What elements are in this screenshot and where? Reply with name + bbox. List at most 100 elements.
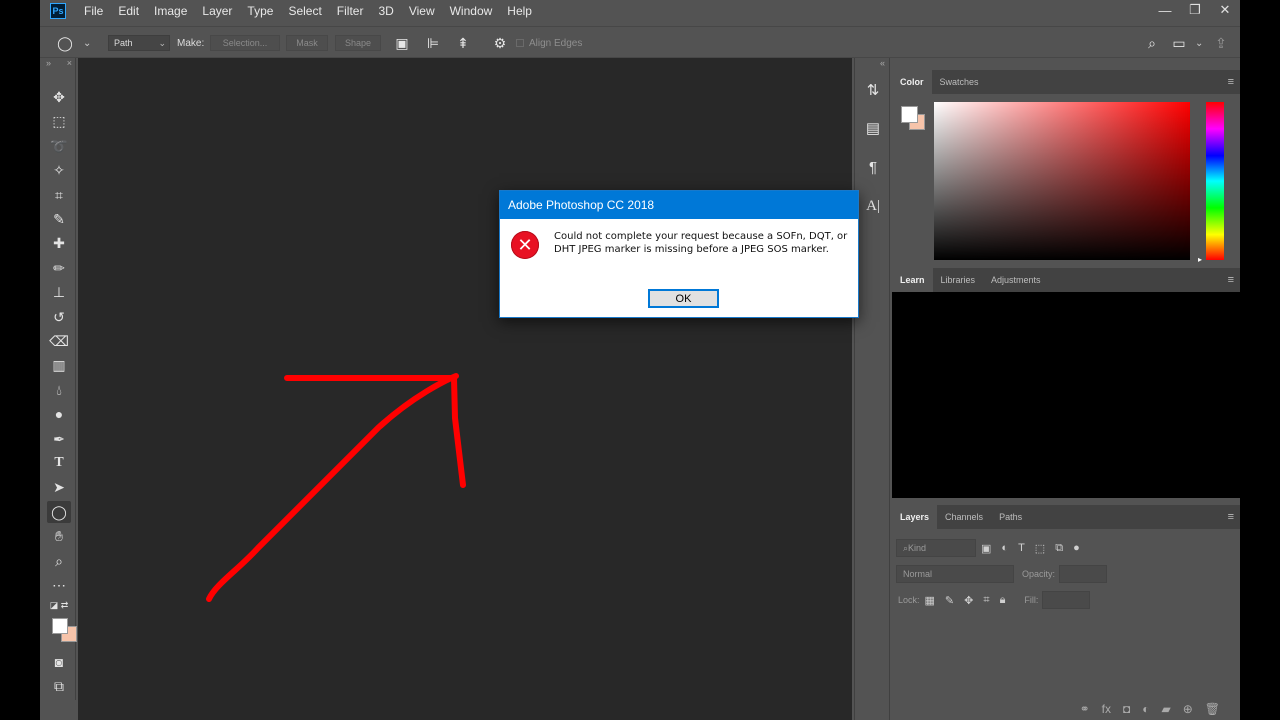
lock-position-icon[interactable]: ✥: [964, 594, 973, 607]
lock-artboard-icon[interactable]: ⌗: [983, 594, 989, 607]
filter-type-icon[interactable]: T: [1018, 542, 1025, 554]
gear-icon[interactable]: ⚙: [491, 34, 509, 52]
color-panel-foreground-swatch[interactable]: [901, 106, 918, 123]
menu-edit[interactable]: Edit: [118, 4, 139, 18]
default-colors-icon[interactable]: ◪ ⇄: [47, 598, 71, 612]
quick-mask-icon[interactable]: ◙: [47, 651, 71, 673]
opacity-field[interactable]: [1059, 565, 1108, 583]
lock-all-icon[interactable]: 🔒︎: [1000, 594, 1006, 607]
search-icon[interactable]: ⌕: [1143, 34, 1161, 52]
lock-transparent-icon[interactable]: ▦: [925, 594, 935, 607]
menu-3d[interactable]: 3D: [378, 4, 393, 18]
menu-image[interactable]: Image: [154, 4, 187, 18]
tab-swatches[interactable]: Swatches: [932, 70, 987, 94]
gradient-tool-icon[interactable]: ▥: [47, 354, 71, 376]
type-tool-icon[interactable]: T: [47, 452, 71, 474]
dodge-tool-icon[interactable]: ●: [47, 403, 71, 425]
close-button[interactable]: ✕: [1210, 0, 1240, 20]
hand-tool-icon[interactable]: ✋︎: [47, 525, 71, 547]
filter-smart-object-icon[interactable]: ⧉: [1055, 542, 1063, 555]
lock-pixels-icon[interactable]: ✎: [945, 594, 954, 607]
menu-filter[interactable]: Filter: [337, 4, 364, 18]
ellipse-tool-icon[interactable]: ◯: [47, 501, 71, 523]
healing-brush-tool-icon[interactable]: ✚: [47, 232, 71, 254]
link-layers-icon[interactable]: ⚭: [1080, 702, 1090, 716]
character-panel-icon[interactable]: A|: [861, 194, 885, 218]
selection-button[interactable]: Selection...: [210, 35, 280, 51]
blend-mode-select[interactable]: Normal: [896, 565, 1014, 583]
new-layer-icon[interactable]: ⊕: [1183, 702, 1193, 716]
menu-layer[interactable]: Layer: [202, 4, 232, 18]
preset-chevron-icon[interactable]: ⌄: [83, 27, 91, 59]
menu-type[interactable]: Type: [247, 4, 273, 18]
expand-panels-icon[interactable]: «: [880, 58, 885, 68]
restore-button[interactable]: ❐: [1180, 0, 1210, 20]
menu-file[interactable]: File: [84, 4, 103, 18]
fill-field[interactable]: [1042, 591, 1091, 609]
panel-menu-icon[interactable]: ≡: [1228, 511, 1234, 523]
panel-menu-icon[interactable]: ≡: [1228, 76, 1234, 88]
filter-shape-icon[interactable]: ⬚: [1035, 542, 1045, 555]
filter-adjustment-icon[interactable]: ◐: [1001, 542, 1008, 554]
new-group-icon[interactable]: ▰: [1161, 702, 1170, 716]
zoom-tool-icon[interactable]: ⌕: [47, 550, 71, 572]
menu-view[interactable]: View: [409, 4, 435, 18]
menu-window[interactable]: Window: [450, 4, 493, 18]
adjustment-layer-icon[interactable]: ◐: [1142, 702, 1149, 716]
tab-learn[interactable]: Learn: [892, 268, 933, 292]
brush-tool-icon[interactable]: ✏: [47, 257, 71, 279]
path-selection-tool-icon[interactable]: ➤: [47, 476, 71, 498]
eraser-tool-icon[interactable]: ⌫: [47, 330, 71, 352]
menu-select[interactable]: Select: [288, 4, 321, 18]
ok-button[interactable]: OK: [648, 289, 719, 308]
history-panel-icon[interactable]: ⇅: [861, 78, 885, 102]
edit-toolbar-icon[interactable]: ⋯: [47, 574, 71, 596]
screen-mode-icon[interactable]: ⧉: [47, 675, 71, 697]
tab-paths[interactable]: Paths: [991, 505, 1030, 529]
path-alignment-icon[interactable]: ⊫: [424, 34, 442, 52]
move-tool-icon[interactable]: ✥: [47, 86, 71, 108]
properties-panel-icon[interactable]: ▤: [861, 116, 885, 140]
panel-close-icon[interactable]: ×: [67, 58, 72, 72]
filter-pixel-icon[interactable]: ▣: [981, 542, 991, 555]
lasso-tool-icon[interactable]: ➰: [47, 135, 71, 157]
minimize-button[interactable]: —: [1150, 0, 1180, 20]
magic-wand-tool-icon[interactable]: ✧: [47, 159, 71, 181]
marquee-tool-icon[interactable]: ⬚: [47, 110, 71, 132]
color-picker-field[interactable]: [934, 102, 1190, 260]
blur-tool-icon[interactable]: 💧︎: [47, 379, 71, 401]
trash-icon[interactable]: 🗑︎: [1205, 702, 1220, 716]
mask-button[interactable]: Mask: [286, 35, 328, 51]
shape-button[interactable]: Shape: [335, 35, 381, 51]
layer-style-icon[interactable]: fx: [1102, 702, 1111, 716]
workspace-chevron-icon[interactable]: ⌄: [1195, 27, 1203, 59]
foreground-color-swatch[interactable]: [52, 618, 68, 634]
collapse-icon[interactable]: »: [46, 58, 51, 72]
filter-toggle-icon[interactable]: ●: [1073, 542, 1080, 554]
mode-select[interactable]: Path ⌄: [108, 35, 170, 51]
history-brush-tool-icon[interactable]: ↺: [47, 306, 71, 328]
tab-channels[interactable]: Channels: [937, 505, 991, 529]
tab-color[interactable]: Color: [892, 70, 932, 94]
ellipse-tool-preset-icon[interactable]: ◯: [56, 34, 74, 52]
path-operations-icon[interactable]: ▣: [393, 34, 411, 52]
tab-libraries[interactable]: Libraries: [933, 268, 984, 292]
panel-menu-icon[interactable]: ≡: [1228, 274, 1234, 286]
hue-slider[interactable]: [1206, 102, 1224, 260]
workspace-icon[interactable]: ▭: [1170, 34, 1188, 52]
crop-tool-icon[interactable]: ⌗: [47, 184, 71, 206]
path-arrangement-icon[interactable]: ⇞: [454, 34, 472, 52]
tab-layers[interactable]: Layers: [892, 505, 938, 529]
tab-adjustments[interactable]: Adjustments: [983, 268, 1049, 292]
share-icon[interactable]: ⇪: [1212, 34, 1230, 52]
pen-tool-icon[interactable]: ✒: [47, 428, 71, 450]
menu-help[interactable]: Help: [507, 4, 532, 18]
eyedropper-tool-icon[interactable]: ✎: [47, 208, 71, 230]
hue-slider-handle-icon[interactable]: ▸: [1198, 255, 1202, 264]
align-edges-checkbox[interactable]: Align Edges: [516, 27, 582, 59]
layer-filter-select[interactable]: ⌕ Kind: [896, 539, 976, 557]
add-mask-icon[interactable]: ◘: [1123, 702, 1130, 716]
clone-stamp-tool-icon[interactable]: ⊥: [47, 281, 71, 303]
paragraph-panel-icon[interactable]: ¶: [861, 155, 885, 179]
document-canvas-area[interactable]: [78, 58, 852, 720]
